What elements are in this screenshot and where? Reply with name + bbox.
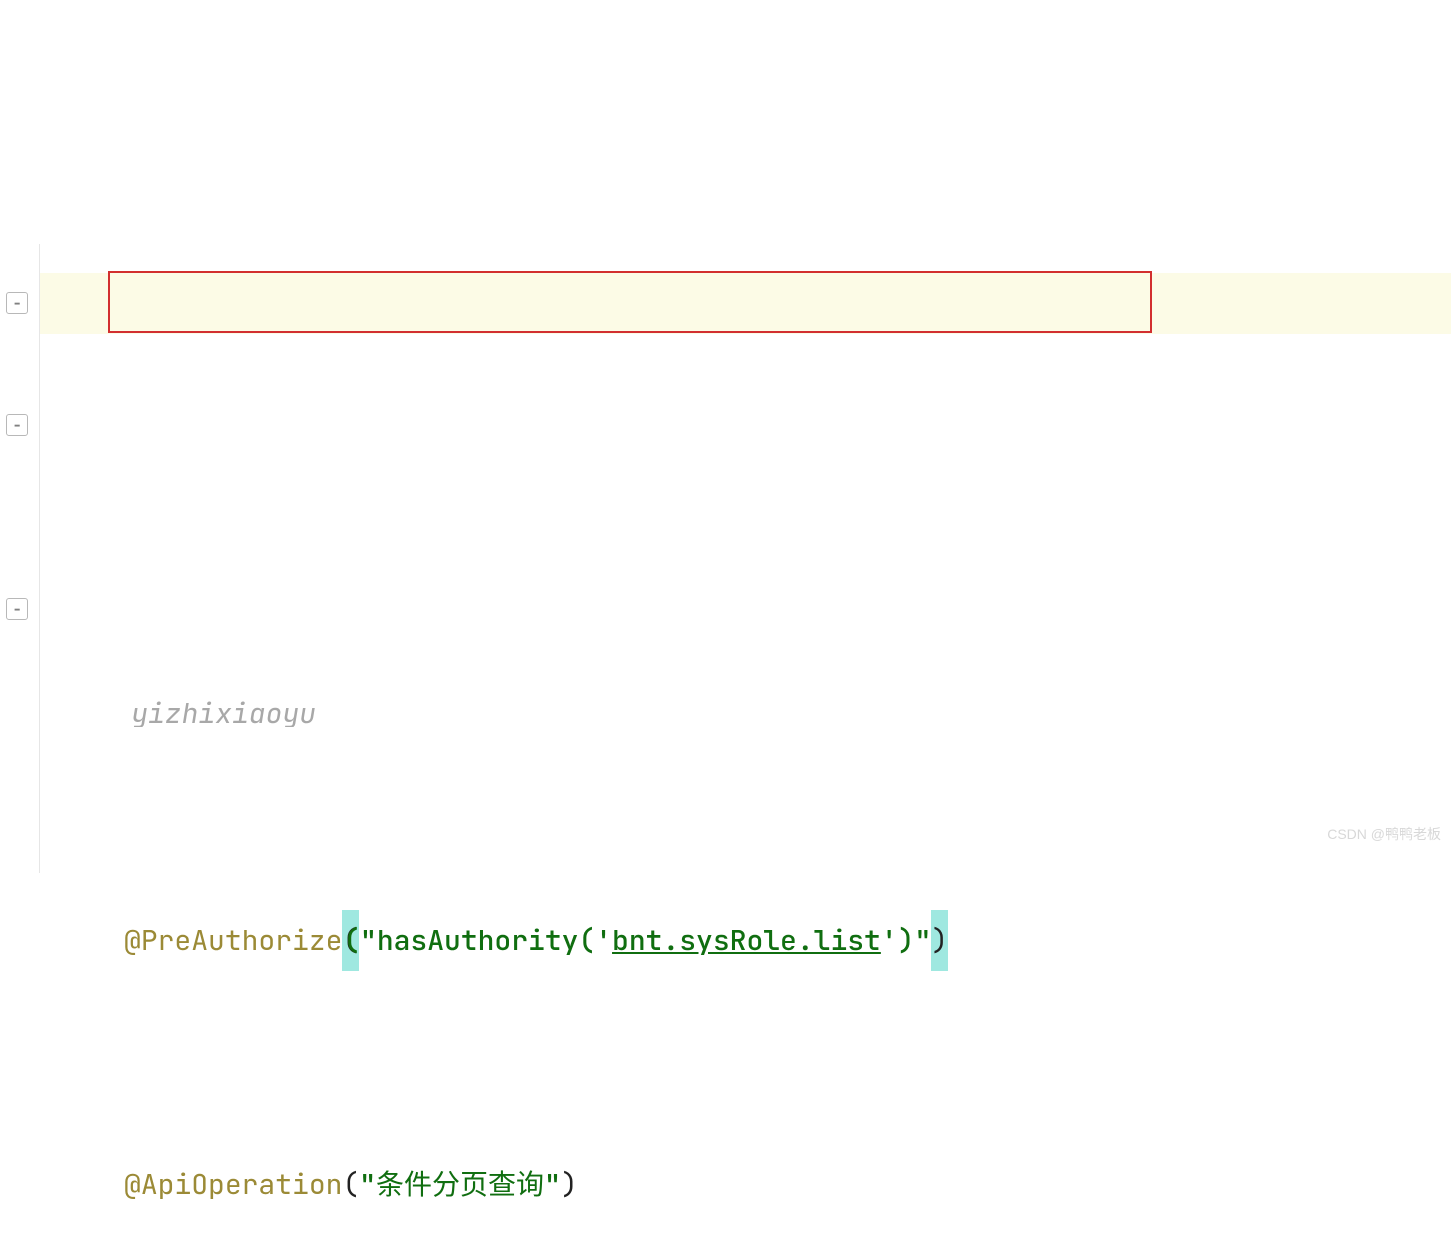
string-literal: " [359,1154,376,1215]
paren-close-highlight: ) [931,910,948,971]
code-editor[interactable]: yizhixiaoyu @PreAuthorize(("hasAuthority… [0,244,1451,873]
code-line[interactable]: @ApiOperation("条件分页查询") [40,1154,1451,1215]
fold-icon[interactable] [6,414,28,436]
annotation-preauthorize: @PreAuthorize [124,910,342,971]
code-line[interactable]: @PreAuthorize(("hasAuthority('bnt.sysRol… [40,910,1451,971]
gutter [0,244,40,873]
fold-icon[interactable] [6,292,28,314]
author-annotation: yizhixiaoyu [131,699,316,727]
string-literal: ')" [881,910,931,971]
code-area[interactable]: yizhixiaoyu @PreAuthorize(("hasAuthority… [40,244,1451,873]
paren: ( [342,1154,359,1215]
fold-icon[interactable] [6,598,28,620]
annotation-apioperation: @ApiOperation [124,1154,342,1215]
string-literal: " [544,1154,561,1215]
string-literal: ("hasAuthority(' [343,910,612,971]
highlight-box [108,271,1152,333]
api-description: 条件分页查询 [376,1154,544,1215]
permission-key[interactable]: bnt.sysRole.list [612,910,881,971]
current-line-highlight [40,273,1451,334]
code-line[interactable]: yizhixiaoyu [40,699,1451,727]
watermark: CSDN @鸭鸭老板 [1327,804,1441,865]
paren: ) [561,1154,578,1215]
